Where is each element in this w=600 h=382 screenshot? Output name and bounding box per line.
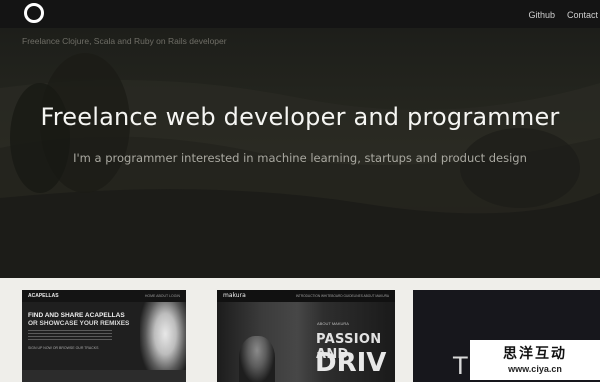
watermark: 思洋互动 www.ciya.cn — [470, 340, 600, 380]
thumb-headline-line-2: OR SHOWCASE YOUR REMIXES — [28, 319, 130, 327]
thumb-headline-line-2: DRIV — [315, 348, 387, 378]
thumb-menu: HOME ABOUT LOGIN — [144, 294, 180, 298]
portfolio-thumb-acapellas[interactable]: ACAPELLAS HOME ABOUT LOGIN FIND AND SHAR… — [22, 290, 186, 382]
thumb-label: ABOUT MAKURA — [317, 321, 349, 326]
thumb-menu: INTRODUCTION WHITEBOARD GUIDELINES ABOUT… — [295, 294, 389, 298]
thumb-brand: makura — [223, 292, 246, 299]
thumb-headline: FIND AND SHARE ACAPELLAS OR SHOWCASE YOU… — [28, 312, 129, 327]
thumb-signup-text: SIGN UP NOW OR BROWSE OUR TRACKS — [28, 346, 99, 350]
hero-subtitle: I'm a programmer interested in machine l… — [73, 151, 527, 165]
thumb-headline: T — [453, 352, 468, 380]
thumb-bottom-strip — [22, 370, 186, 382]
nav-links: Github Contact — [528, 0, 600, 28]
portfolio-thumb-makura[interactable]: makura INTRODUCTION WHITEBOARD GUIDELINE… — [217, 290, 395, 382]
thumb-person — [239, 336, 275, 382]
top-navigation-bar: Github Contact — [0, 0, 600, 28]
nav-link-github[interactable]: Github — [528, 9, 555, 20]
logo-circle-icon[interactable] — [24, 3, 44, 23]
thumb-body-text — [28, 330, 112, 340]
hero-title: Freelance web developer and programmer — [40, 103, 560, 131]
nav-link-contact[interactable]: Contact — [567, 9, 598, 20]
watermark-chinese-text: 思洋互动 — [503, 346, 567, 362]
watermark-url: www.ciya.cn — [508, 364, 562, 374]
thumb-brand: ACAPELLAS — [28, 293, 59, 299]
hero-section: Freelance Clojure, Scala and Ruby on Rai… — [0, 28, 600, 278]
hero-tagline: Freelance Clojure, Scala and Ruby on Rai… — [22, 36, 227, 46]
thumb-headline-line-1: FIND AND SHARE ACAPELLAS — [28, 312, 125, 319]
